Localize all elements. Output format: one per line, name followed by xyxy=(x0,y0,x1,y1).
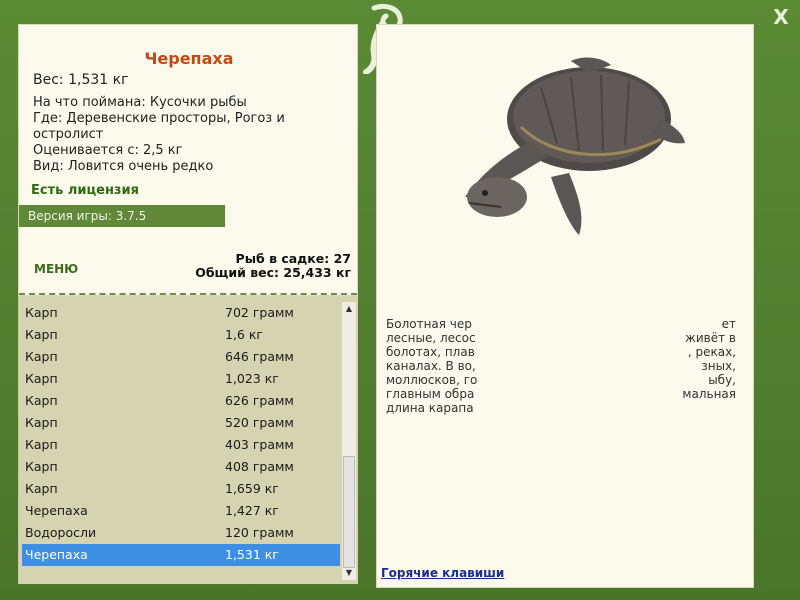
version-bar: Версия игры: 3.7.5 xyxy=(19,205,225,227)
fish-count: Рыб в садке: 27 xyxy=(235,251,351,266)
total-weight: Общий вес: 25,433 кг xyxy=(195,265,351,280)
fish-details: На что поймана: Кусочки рыбы Где: Дереве… xyxy=(33,95,343,175)
catch-item-weight: 1,023 кг xyxy=(225,371,279,386)
turtle-image xyxy=(465,57,685,235)
description-right-text: зных, xyxy=(701,359,736,373)
catch-list-item[interactable]: Водоросли 120 грамм xyxy=(22,522,340,544)
description-line: каналах. В во, зных, xyxy=(386,359,736,373)
catch-item-name: Карп xyxy=(25,459,58,474)
catch-item-weight: 626 грамм xyxy=(225,393,294,408)
catch-item-name: Карп xyxy=(25,371,58,386)
catch-list-item[interactable]: Карп 408 грамм xyxy=(22,456,340,478)
description-line: болотах, плав , реках, xyxy=(386,345,736,359)
catch-item-name: Карп xyxy=(25,305,58,320)
catch-item-name: Черепаха xyxy=(25,547,88,562)
description-left-text: лесные, лесос xyxy=(386,331,476,345)
rarity: Вид: Ловится очень редко xyxy=(33,159,214,174)
catch-list-item[interactable]: Карп 520 грамм xyxy=(22,412,340,434)
scroll-thumb[interactable] xyxy=(343,456,355,568)
description-right-text: , реках, xyxy=(687,345,736,359)
catch-item-weight: 520 грамм xyxy=(225,415,294,430)
fish-weight: Вес: 1,531 кг xyxy=(33,72,129,88)
catch-item-name: Водоросли xyxy=(25,525,97,540)
description-left-text: моллюсков, го xyxy=(386,373,478,387)
close-button[interactable]: X xyxy=(770,6,792,28)
catch-list-item[interactable]: Карп 1,6 кг xyxy=(22,324,340,346)
description-line: длина карапа xyxy=(386,401,736,415)
value: Оценивается с: 2,5 кг xyxy=(33,143,183,158)
catch-list-item[interactable]: Черепаха 1,427 кг xyxy=(22,500,340,522)
description-panel: Болотная чер ет лесные, лесос живёт в болота… xyxy=(376,24,754,588)
catch-item-name: Карп xyxy=(25,327,58,342)
scroll-down-icon[interactable]: ▼ xyxy=(342,566,356,580)
location: Где: Деревенские просторы, Рогоз и остро… xyxy=(33,111,285,142)
catch-list-item[interactable]: Карп 646 грамм xyxy=(22,346,340,368)
description-left-text: болотах, плав xyxy=(386,345,475,359)
catch-item-weight: 403 грамм xyxy=(225,437,294,452)
caught-on: На что поймана: Кусочки рыбы xyxy=(33,95,247,110)
description-line: главным обра мальная xyxy=(386,387,736,401)
catch-list-item[interactable]: Карп 1,023 кг xyxy=(22,368,340,390)
catch-item-name: Карп xyxy=(25,415,58,430)
description-right-text: ет xyxy=(721,317,736,331)
catch-item-weight: 1,6 кг xyxy=(225,327,263,342)
description-left-text: Болотная чер xyxy=(386,317,472,331)
catch-list-item[interactable]: Карп 1,659 кг xyxy=(22,478,340,500)
description-left-text: длина карапа xyxy=(386,401,474,415)
scroll-up-icon[interactable]: ▲ xyxy=(342,302,356,316)
catch-item-weight: 646 грамм xyxy=(225,349,294,364)
description-left-text: главным обра xyxy=(386,387,475,401)
description-right-text: живёт в xyxy=(685,331,736,345)
scrollbar[interactable]: ▲ ▼ xyxy=(342,302,356,580)
dashed-divider xyxy=(19,293,357,295)
description-line: моллюсков, го ыбу, xyxy=(386,373,736,387)
catch-item-weight: 702 грамм xyxy=(225,305,294,320)
catch-list-item[interactable]: Карп 403 грамм xyxy=(22,434,340,456)
catch-list-item[interactable]: Карп 626 грамм xyxy=(22,390,340,412)
catch-item-name: Карп xyxy=(25,437,58,452)
hotkeys-link[interactable]: Горячие клавиши xyxy=(381,566,504,580)
catch-item-weight: 1,531 кг xyxy=(225,547,279,562)
catch-item-weight: 408 грамм xyxy=(225,459,294,474)
catch-item-weight: 120 грамм xyxy=(225,525,294,540)
catch-item-name: Карп xyxy=(25,481,58,496)
catch-list: Карп 702 грамм Карп 1,6 кг Карп 646 грамм Карп… xyxy=(22,302,340,566)
catch-item-name: Карп xyxy=(25,393,58,408)
menu-button[interactable]: МЕНЮ xyxy=(34,262,78,276)
catch-item-name: Карп xyxy=(25,349,58,364)
catch-item-name: Черепаха xyxy=(25,503,88,518)
license-status: Есть лицензия xyxy=(31,183,139,198)
fish-title: Черепаха xyxy=(144,49,234,68)
description-left-text: каналах. В во, xyxy=(386,359,476,373)
description-line: Болотная чер ет xyxy=(386,317,736,331)
catch-list-item[interactable]: Черепаха 1,531 кг xyxy=(22,544,340,566)
catch-stats: Рыб в садке: 27 Общий вес: 25,433 кг xyxy=(195,252,351,280)
catch-list-panel: Карп 702 грамм Карп 1,6 кг Карп 646 грамм Карп… xyxy=(18,296,358,584)
fish-info-panel: Черепаха Вес: 1,531 кг На что поймана: К… xyxy=(18,24,358,296)
description-line: лесные, лесос живёт в xyxy=(386,331,736,345)
catch-item-weight: 1,427 кг xyxy=(225,503,279,518)
catch-item-weight: 1,659 кг xyxy=(225,481,279,496)
fish-description: Болотная чер ет лесные, лесос живёт в болота… xyxy=(386,317,736,415)
description-right-text: мальная xyxy=(682,387,736,401)
description-right-text: ыбу, xyxy=(708,373,736,387)
catch-list-item[interactable]: Карп 702 грамм xyxy=(22,302,340,324)
